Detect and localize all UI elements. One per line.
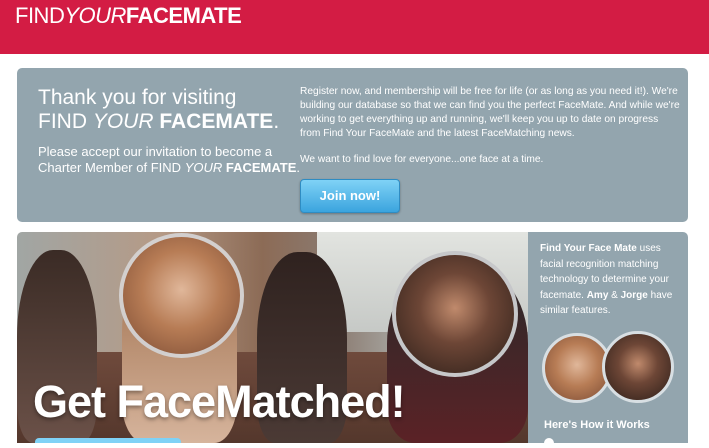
hero-photo: Get FaceMatched! [17,232,528,443]
intro-panel: Thank you for visiting FIND YOUR FACEMAT… [17,68,688,222]
thanks-find: FIND [38,110,87,133]
invite-find: FIND [150,160,182,175]
hero-button-edge[interactable] [35,438,181,443]
face-circle-jorge [392,251,518,377]
thanks-line-2: FIND YOUR FACEMATE. [38,110,279,134]
invite-line-1: Please accept our invitation to become a [38,144,273,159]
invite-text: Please accept our invitation to become a… [38,144,300,176]
jorge-face-thumbnail [602,331,674,403]
logo-your: YOUR [64,3,126,28]
thanks-period: . [273,110,280,133]
hero-headline: Get FaceMatched! [33,376,406,427]
register-paragraph: Register now, and membership will be fre… [300,86,680,139]
logo-find: FIND [15,3,65,28]
join-now-button[interactable]: Join now! [300,179,400,213]
invite-your: YOUR [184,160,223,175]
invite-line-2: Charter Member of FIND YOUR FACEMATE. [38,160,300,176]
invite-facemate: FACEMATE [225,160,297,175]
bullet-icon [544,438,554,448]
side-description: Find Your Face Mate uses facial recognit… [540,241,682,319]
site-logo[interactable]: FINDYOURFACEMATE [15,3,242,29]
face-circle-amy [119,233,244,358]
invite-prefix: Charter Member of [38,160,148,175]
site-header: FINDYOURFACEMATE [0,0,709,54]
thanks-your: YOUR [92,110,154,133]
side-amp: & [611,289,618,301]
love-paragraph: We want to find love for everyone...one … [300,154,544,165]
thanks-line-1: Thank you for visiting [38,86,237,109]
thanks-heading: Thank you for visiting FIND YOUR FACEMAT… [38,86,279,134]
logo-facemate: FACEMATE [125,3,242,28]
side-brand: Find Your Face Mate [540,243,637,254]
side-name-jorge: Jorge [620,289,648,301]
side-name-amy: Amy [586,289,609,301]
how-it-works-heading: Here's How it Works [544,419,650,431]
side-panel: Find Your Face Mate uses facial recognit… [528,232,688,448]
register-text: Register now, and membership will be fre… [300,85,680,179]
thanks-facemate: FACEMATE [159,110,274,133]
